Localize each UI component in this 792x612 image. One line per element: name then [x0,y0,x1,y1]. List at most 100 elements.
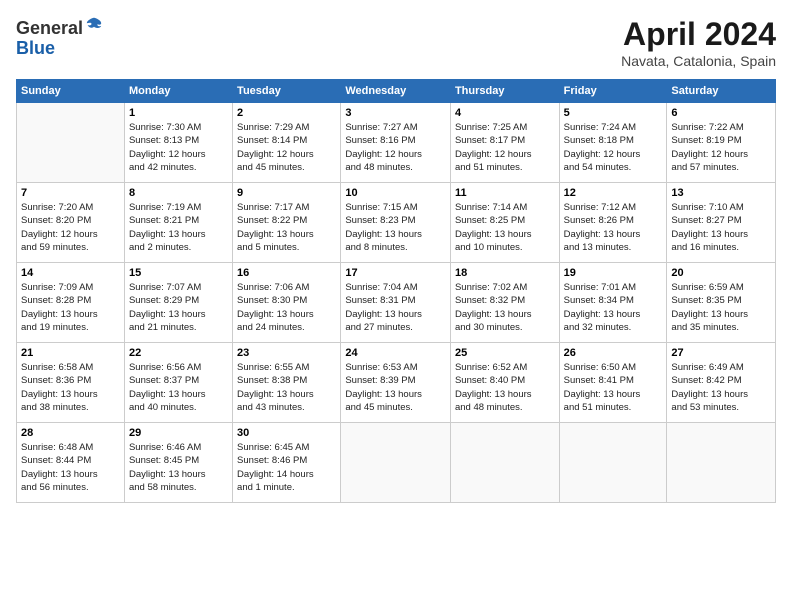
day-info: Sunrise: 7:19 AM Sunset: 8:21 PM Dayligh… [129,201,228,254]
header: General Blue April 2024 Navata, Cataloni… [16,16,776,69]
day-info: Sunrise: 6:53 AM Sunset: 8:39 PM Dayligh… [345,361,446,414]
day-number: 23 [237,347,336,359]
calendar-cell: 13 Sunrise: 7:10 AM Sunset: 8:27 PM Dayli… [667,183,776,263]
day-info: Sunrise: 7:06 AM Sunset: 8:30 PM Dayligh… [237,281,336,334]
day-number: 6 [671,107,771,119]
day-number: 7 [21,187,120,199]
calendar-cell: 23 Sunrise: 6:55 AM Sunset: 8:38 PM Dayli… [233,343,341,423]
day-number: 9 [237,187,336,199]
calendar-cell: 25 Sunrise: 6:52 AM Sunset: 8:40 PM Dayli… [450,343,559,423]
calendar-week-row: 1Sunrise: 7:30 AM Sunset: 8:13 PM Daylig… [17,103,776,183]
day-info: Sunrise: 7:25 AM Sunset: 8:17 PM Dayligh… [455,121,555,174]
calendar-cell [559,423,667,503]
calendar-cell [341,423,451,503]
calendar-cell: 18 Sunrise: 7:02 AM Sunset: 8:32 PM Dayli… [450,263,559,343]
day-info: Sunrise: 6:55 AM Sunset: 8:38 PM Dayligh… [237,361,336,414]
calendar-cell: 21 Sunrise: 6:58 AM Sunset: 8:36 PM Dayli… [17,343,125,423]
calendar-cell: 24Sunrise: 6:53 AM Sunset: 8:39 PM Dayli… [341,343,451,423]
day-number: 4 [455,107,555,119]
day-info: Sunrise: 6:52 AM Sunset: 8:40 PM Dayligh… [455,361,555,414]
day-info: Sunrise: 6:50 AM Sunset: 8:41 PM Dayligh… [564,361,663,414]
calendar-table: SundayMondayTuesdayWednesdayThursdayFrid… [16,79,776,503]
calendar-cell: 1Sunrise: 7:30 AM Sunset: 8:13 PM Daylig… [124,103,232,183]
title-location: Navata, Catalonia, Spain [621,53,776,69]
calendar-cell: 5 Sunrise: 7:24 AM Sunset: 8:18 PM Daylig… [559,103,667,183]
calendar-cell: 16 Sunrise: 7:06 AM Sunset: 8:30 PM Dayli… [233,263,341,343]
calendar-cell: 29Sunrise: 6:46 AM Sunset: 8:45 PM Dayli… [124,423,232,503]
calendar-cell [667,423,776,503]
day-number: 27 [671,347,771,359]
calendar-week-row: 28 Sunrise: 6:48 AM Sunset: 8:44 PM Dayli… [17,423,776,503]
calendar-cell: 10 Sunrise: 7:15 AM Sunset: 8:23 PM Dayli… [341,183,451,263]
calendar-cell: 11Sunrise: 7:14 AM Sunset: 8:25 PM Dayli… [450,183,559,263]
calendar-cell [17,103,125,183]
day-number: 10 [345,187,446,199]
calendar-week-row: 21 Sunrise: 6:58 AM Sunset: 8:36 PM Dayli… [17,343,776,423]
calendar-cell: 22 Sunrise: 6:56 AM Sunset: 8:37 PM Dayli… [124,343,232,423]
day-number: 5 [564,107,663,119]
day-info: Sunrise: 7:02 AM Sunset: 8:32 PM Dayligh… [455,281,555,334]
day-info: Sunrise: 7:30 AM Sunset: 8:13 PM Dayligh… [129,121,228,174]
day-info: Sunrise: 6:48 AM Sunset: 8:44 PM Dayligh… [21,441,120,494]
calendar-cell: 8Sunrise: 7:19 AM Sunset: 8:21 PM Daylig… [124,183,232,263]
day-number: 29 [129,427,228,439]
calendar-cell: 3 Sunrise: 7:27 AM Sunset: 8:16 PM Daylig… [341,103,451,183]
calendar-cell: 6 Sunrise: 7:22 AM Sunset: 8:19 PM Daylig… [667,103,776,183]
day-info: Sunrise: 6:58 AM Sunset: 8:36 PM Dayligh… [21,361,120,414]
day-info: Sunrise: 7:07 AM Sunset: 8:29 PM Dayligh… [129,281,228,334]
calendar-cell: 14 Sunrise: 7:09 AM Sunset: 8:28 PM Dayli… [17,263,125,343]
calendar-header-day: Friday [559,80,667,103]
day-number: 11 [455,187,555,199]
calendar-header-day: Monday [124,80,232,103]
day-info: Sunrise: 7:20 AM Sunset: 8:20 PM Dayligh… [21,201,120,254]
day-number: 18 [455,267,555,279]
day-number: 17 [345,267,446,279]
day-info: Sunrise: 7:27 AM Sunset: 8:16 PM Dayligh… [345,121,446,174]
day-number: 25 [455,347,555,359]
day-number: 21 [21,347,120,359]
day-number: 13 [671,187,771,199]
day-info: Sunrise: 6:56 AM Sunset: 8:37 PM Dayligh… [129,361,228,414]
calendar-cell: 7 Sunrise: 7:20 AM Sunset: 8:20 PM Daylig… [17,183,125,263]
day-number: 16 [237,267,336,279]
day-number: 19 [564,267,663,279]
day-info: Sunrise: 7:29 AM Sunset: 8:14 PM Dayligh… [237,121,336,174]
day-info: Sunrise: 7:12 AM Sunset: 8:26 PM Dayligh… [564,201,663,254]
title-block: April 2024 Navata, Catalonia, Spain [621,16,776,69]
calendar-cell: 20Sunrise: 6:59 AM Sunset: 8:35 PM Dayli… [667,263,776,343]
day-number: 2 [237,107,336,119]
day-number: 28 [21,427,120,439]
day-number: 30 [237,427,336,439]
calendar-cell: 15 Sunrise: 7:07 AM Sunset: 8:29 PM Dayli… [124,263,232,343]
calendar-cell: 12Sunrise: 7:12 AM Sunset: 8:26 PM Dayli… [559,183,667,263]
day-info: Sunrise: 6:59 AM Sunset: 8:35 PM Dayligh… [671,281,771,334]
day-info: Sunrise: 7:01 AM Sunset: 8:34 PM Dayligh… [564,281,663,334]
calendar-header-day: Sunday [17,80,125,103]
calendar-cell: 19 Sunrise: 7:01 AM Sunset: 8:34 PM Dayli… [559,263,667,343]
day-number: 14 [21,267,120,279]
day-number: 15 [129,267,228,279]
calendar-cell: 30Sunrise: 6:45 AM Sunset: 8:46 PM Dayli… [233,423,341,503]
day-info: Sunrise: 7:17 AM Sunset: 8:22 PM Dayligh… [237,201,336,254]
calendar-header-day: Tuesday [233,80,341,103]
day-info: Sunrise: 7:04 AM Sunset: 8:31 PM Dayligh… [345,281,446,334]
calendar-header-row: SundayMondayTuesdayWednesdayThursdayFrid… [17,80,776,103]
calendar-header-day: Wednesday [341,80,451,103]
calendar-cell: 17 Sunrise: 7:04 AM Sunset: 8:31 PM Dayli… [341,263,451,343]
logo-general: General [16,18,83,38]
calendar-cell: 28 Sunrise: 6:48 AM Sunset: 8:44 PM Dayli… [17,423,125,503]
calendar-cell: 26 Sunrise: 6:50 AM Sunset: 8:41 PM Dayli… [559,343,667,423]
day-info: Sunrise: 7:15 AM Sunset: 8:23 PM Dayligh… [345,201,446,254]
day-number: 3 [345,107,446,119]
logo-bird-icon [85,16,103,34]
day-info: Sunrise: 7:09 AM Sunset: 8:28 PM Dayligh… [21,281,120,334]
day-info: Sunrise: 7:24 AM Sunset: 8:18 PM Dayligh… [564,121,663,174]
logo-blue: Blue [16,38,55,58]
day-info: Sunrise: 6:49 AM Sunset: 8:42 PM Dayligh… [671,361,771,414]
calendar-cell [450,423,559,503]
day-number: 26 [564,347,663,359]
day-number: 22 [129,347,228,359]
calendar-header-day: Thursday [450,80,559,103]
day-info: Sunrise: 7:10 AM Sunset: 8:27 PM Dayligh… [671,201,771,254]
day-info: Sunrise: 7:22 AM Sunset: 8:19 PM Dayligh… [671,121,771,174]
